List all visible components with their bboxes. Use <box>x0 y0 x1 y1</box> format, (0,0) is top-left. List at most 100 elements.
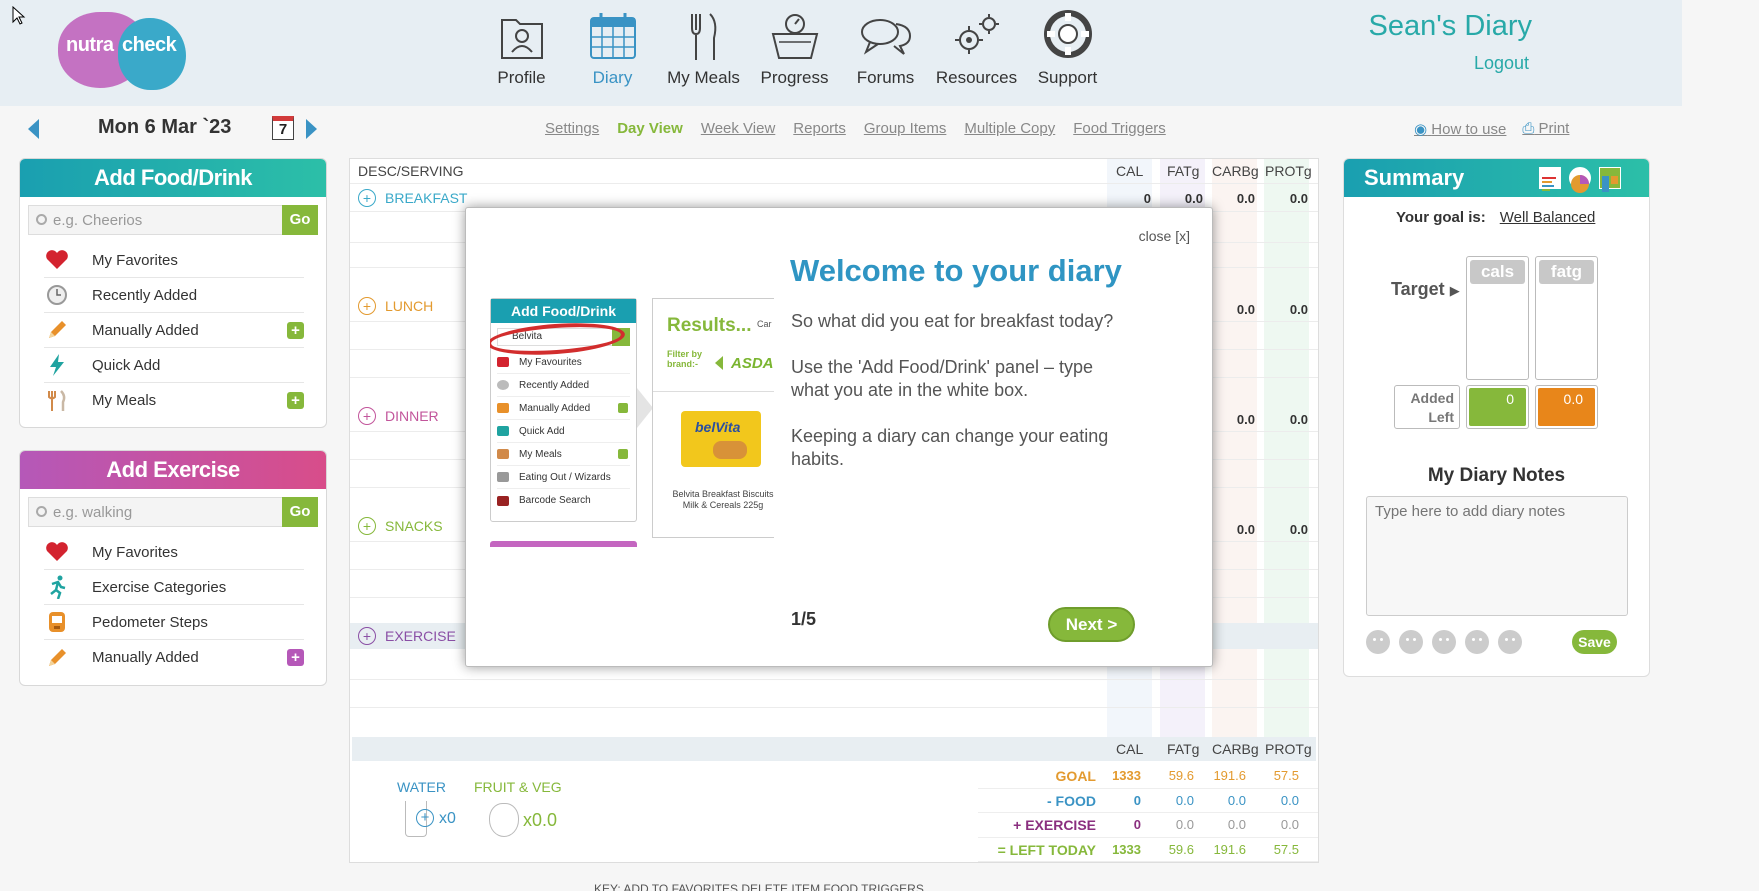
subnav-week-view[interactable]: Week View <box>701 120 775 137</box>
food-my-meals[interactable]: My Meals + <box>44 383 304 418</box>
search-icon <box>36 214 47 225</box>
very-sad-face-icon[interactable] <box>1498 630 1522 654</box>
cals-values: 0 1533 <box>1466 385 1529 445</box>
prot-column-bg <box>1264 159 1309 739</box>
print-link[interactable]: ⎙ Print <box>1522 120 1569 138</box>
fat-gauge: fatg <box>1535 256 1598 380</box>
subnav-settings[interactable]: Settings <box>545 120 599 137</box>
fat-values: 0.0 59.0 <box>1535 385 1598 445</box>
nav-resources[interactable]: Resources <box>931 10 1022 88</box>
meal-lunch[interactable]: + LUNCH <box>358 293 433 319</box>
happy-face-icon[interactable] <box>1399 630 1423 654</box>
add-breakfast-plus-icon[interactable]: + <box>358 189 376 207</box>
add-exercise-title: Add Exercise <box>20 451 326 489</box>
welcome-modal: close [x] Add Food/Drink Belvita My Favo… <box>465 207 1213 667</box>
goal-row: GOAL 1333 59.6 191.6 57.5 <box>978 764 1318 789</box>
food-my-favorites[interactable]: My Favorites <box>44 243 304 278</box>
summary-header: Summary <box>1344 159 1649 197</box>
save-notes-button[interactable]: Save <box>1572 630 1617 654</box>
nav-diary[interactable]: Diary <box>567 10 658 88</box>
nutracheck-logo[interactable]: nutra check <box>58 12 188 90</box>
add-meal-plus-icon[interactable]: + <box>287 392 304 409</box>
add-lunch-plus-icon[interactable]: + <box>358 297 376 315</box>
subnav-food-triggers[interactable]: Food Triggers <box>1073 120 1166 137</box>
next-day-arrow-icon[interactable] <box>306 119 317 139</box>
target-label: Target ▶ <box>1391 279 1460 299</box>
mini-add-food-panel: Add Food/Drink Belvita My Favourites Rec… <box>490 298 637 522</box>
fork-knife-icon <box>497 472 509 482</box>
logout-link[interactable]: Logout <box>1474 53 1529 74</box>
subnav-multiple-copy[interactable]: Multiple Copy <box>964 120 1055 137</box>
tutorial-illustration: Add Food/Drink Belvita My Favourites Rec… <box>490 298 774 548</box>
very-happy-face-icon[interactable] <box>1366 630 1390 654</box>
heart-icon <box>44 249 70 271</box>
modal-paragraph-2: Use the 'Add Food/Drink' panel – type wh… <box>791 357 1094 400</box>
add-manual-food-plus-icon[interactable]: + <box>287 322 304 339</box>
add-snacks-plus-icon[interactable]: + <box>358 517 376 535</box>
mood-selector <box>1366 630 1522 654</box>
subnav-day-view[interactable]: Day View <box>617 120 683 137</box>
meal-exercise[interactable]: + EXERCISE <box>358 623 456 649</box>
subnav-group-items[interactable]: Group Items <box>864 120 947 137</box>
modal-pager: 1/5 <box>791 609 817 629</box>
exercise-pedometer-steps[interactable]: Pedometer Steps <box>44 605 304 640</box>
nav-support[interactable]: Support <box>1022 10 1113 88</box>
key-legend: KEY: ADD TO FAVORITES DELETE ITEM FOOD T… <box>594 882 924 891</box>
diary-notes-input[interactable] <box>1366 496 1628 616</box>
gears-icon <box>954 14 999 54</box>
added-left-labels: Added Left <box>1394 385 1460 429</box>
calendar-icon[interactable]: 7 <box>272 116 294 140</box>
add-dinner-plus-icon[interactable]: + <box>358 407 376 425</box>
exercise-search-input[interactable] <box>53 498 273 526</box>
add-water-plus-icon[interactable]: + <box>416 809 434 827</box>
mouse-cursor-icon <box>12 6 26 25</box>
nav-profile[interactable]: Profile <box>476 10 567 88</box>
food-quick-add[interactable]: Quick Add <box>44 348 304 383</box>
food-search-input[interactable] <box>53 206 273 234</box>
bar-chart-icon[interactable] <box>1539 167 1561 191</box>
goal-type-link[interactable]: Well Balanced <box>1500 209 1596 226</box>
food-recently-added[interactable]: Recently Added <box>44 278 304 313</box>
add-food-title: Add Food/Drink <box>20 159 326 197</box>
exercise-go-button[interactable]: Go <box>282 497 318 527</box>
runner-icon <box>44 575 70 599</box>
exercise-my-favorites[interactable]: My Favorites <box>44 535 304 570</box>
cutlery-icon <box>497 449 509 459</box>
pie-chart-icon[interactable] <box>1569 167 1591 193</box>
prev-day-arrow-icon[interactable] <box>28 119 39 139</box>
cals-gauge: cals <box>1466 256 1529 380</box>
food-search-box: Go <box>28 205 318 235</box>
target-chart-icon[interactable] <box>1599 167 1621 192</box>
add-exercise-plus-icon[interactable]: + <box>358 627 376 645</box>
food-manually-added[interactable]: Manually Added + <box>44 313 304 348</box>
pencil-icon <box>497 403 509 413</box>
nav-progress[interactable]: Progress <box>749 10 840 88</box>
close-modal-button[interactable]: close [x] <box>1139 228 1190 244</box>
exercise-search-box: Go <box>28 497 318 527</box>
heart-icon <box>497 357 509 367</box>
cutlery-icon <box>44 389 70 412</box>
subnav-reports[interactable]: Reports <box>793 120 846 137</box>
meal-snacks[interactable]: + SNACKS <box>358 513 443 539</box>
pencil-icon <box>44 319 70 341</box>
date-navigator: Mon 6 Mar `23 7 <box>28 116 318 142</box>
sad-face-icon[interactable] <box>1465 630 1489 654</box>
diary-owner-title: Sean's Diary <box>1368 10 1533 42</box>
water-glass-icon[interactable]: + <box>405 801 434 837</box>
clock-icon <box>497 380 509 390</box>
nav-forums[interactable]: Forums <box>840 10 931 88</box>
food-go-button[interactable]: Go <box>282 205 318 235</box>
apple-icon[interactable] <box>489 803 519 837</box>
meal-breakfast[interactable]: + BREAKFAST <box>358 185 467 211</box>
add-manual-exercise-plus-icon[interactable]: + <box>287 649 304 666</box>
exercise-manually-added[interactable]: Manually Added + <box>44 640 304 675</box>
next-button[interactable]: Next > <box>1048 607 1135 642</box>
neutral-face-icon[interactable] <box>1432 630 1456 654</box>
site-header: nutra check Profile Diary My Meals Progr… <box>0 0 1682 106</box>
how-to-use-link[interactable]: ◉ How to use <box>1414 120 1506 138</box>
nav-my-meals[interactable]: My Meals <box>658 10 749 88</box>
table-header: DESC/SERVING CAL FATg CARBg PROTg <box>358 163 1312 179</box>
meal-dinner[interactable]: + DINNER <box>358 403 439 429</box>
exercise-categories[interactable]: Exercise Categories <box>44 570 304 605</box>
daily-totals: GOAL 1333 59.6 191.6 57.5 - FOOD 0 0.0 0… <box>978 764 1318 862</box>
